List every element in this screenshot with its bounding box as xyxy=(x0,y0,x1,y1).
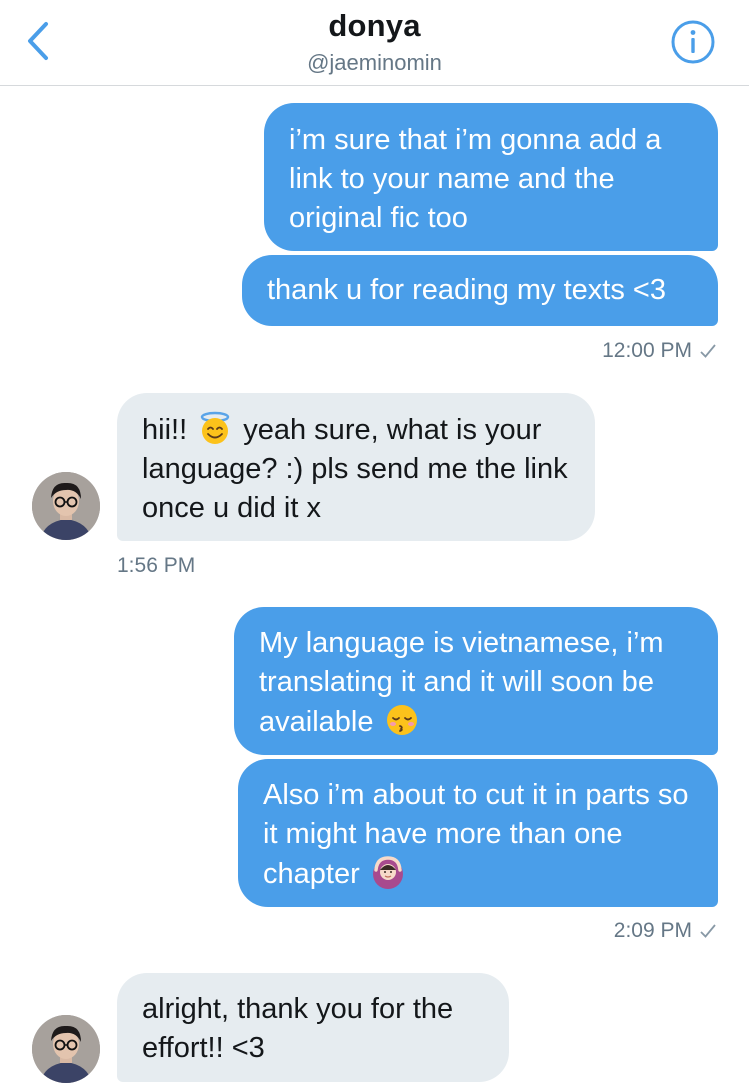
smiling-face-with-halo-icon xyxy=(200,411,230,444)
message-text: thank u for reading my texts <3 xyxy=(267,274,666,306)
contact-name: donya xyxy=(328,8,421,43)
sent-check-icon xyxy=(700,344,716,359)
avatar-image xyxy=(32,1015,100,1083)
conversation-header: donya @jaeminomin xyxy=(0,0,749,86)
sent-message-bubble[interactable]: thank u for reading my texts <3 xyxy=(242,255,718,326)
message-timestamp: 12:00 PM xyxy=(602,339,716,363)
message-timestamp: 2:09 PM xyxy=(614,919,716,943)
avatar-image xyxy=(32,472,100,540)
info-icon[interactable] xyxy=(670,19,716,65)
received-message-bubble[interactable]: hii!! yeah sure, what is your language? … xyxy=(117,393,595,541)
message-timestamp: 1:56 PM xyxy=(117,554,196,577)
sent-message-bubble[interactable]: My language is vietnamese, i’m translati… xyxy=(234,607,718,755)
sent-message-bubble[interactable]: i’m sure that i’m gonna add a link to yo… xyxy=(264,103,718,251)
avatar[interactable] xyxy=(32,1015,100,1083)
kissing-face-icon xyxy=(386,705,417,735)
sent-message-bubble[interactable]: Also i’m about to cut it in parts so it … xyxy=(238,759,718,907)
person-gesturing-ok-icon xyxy=(372,856,403,889)
received-message-bubble[interactable]: alright, thank you for the effort!! <3 xyxy=(117,973,509,1082)
avatar[interactable] xyxy=(32,472,100,540)
message-text: i’m sure that i’m gonna add a link to yo… xyxy=(289,124,662,234)
contact-handle: @jaeminomin xyxy=(307,50,442,75)
sent-check-icon xyxy=(700,924,716,939)
